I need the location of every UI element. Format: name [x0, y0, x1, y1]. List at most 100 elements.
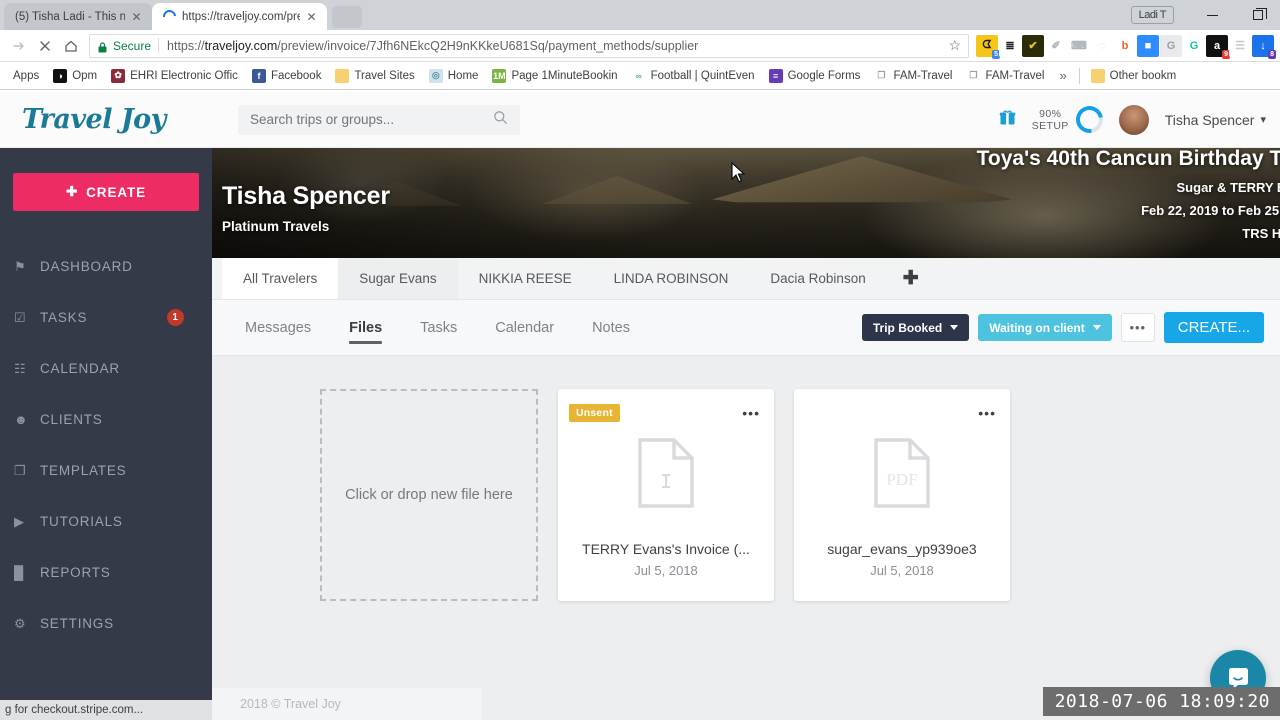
pocket-extension-icon[interactable]: ↓ 8	[1252, 34, 1276, 59]
document-icon: ❐	[874, 68, 889, 83]
file-date: Jul 5, 2018	[634, 563, 698, 578]
create-action-button[interactable]: CREATE...	[1163, 312, 1264, 343]
bookmark-label: Travel Sites	[354, 69, 415, 82]
bookmark-item[interactable]: ◎ Home	[422, 67, 486, 85]
traveljoy-logo[interactable]: Travel Joy	[0, 104, 212, 135]
search-trips-box[interactable]	[238, 104, 520, 135]
browser-toolbar: Secure https://traveljoy.com/preview/inv…	[0, 30, 1280, 62]
tab-messages[interactable]: Messages	[245, 300, 311, 356]
checkmark-extension-icon[interactable]: ✔	[1022, 34, 1044, 57]
sidebar-item-dashboard[interactable]: ⚑ DASHBOARD	[0, 241, 212, 292]
file-card[interactable]: ••• PDF sugar_evans_yp939oe3 Jul 5, 2018	[794, 389, 1010, 601]
traveler-tab[interactable]: Sugar Evans	[338, 258, 458, 299]
bookmark-item[interactable]: ◑ Opm	[46, 67, 104, 85]
dropzone-label: Click or drop new file here	[345, 487, 513, 503]
client-status-dropdown[interactable]: Waiting on client	[978, 314, 1112, 341]
tab-tasks[interactable]: Tasks	[420, 300, 457, 356]
bitly-extension-icon[interactable]: b	[1114, 34, 1136, 57]
sidebar-item-reports[interactable]: █ REPORTS	[0, 547, 212, 598]
bookmark-item[interactable]: 1M Page 1MinuteBookin	[485, 67, 624, 85]
file-name: sugar_evans_yp939oe3	[827, 541, 977, 557]
sidebar-item-label: SETTINGS	[40, 616, 114, 631]
layers-extension-icon[interactable]: ≣	[999, 34, 1021, 57]
onemin-icon: 1M	[492, 68, 507, 83]
bookmark-item[interactable]: ∞ Football | QuintEven	[625, 67, 762, 85]
browser-tab-2[interactable]: https://traveljoy.com/pre ✕	[152, 3, 327, 30]
bookmark-item[interactable]: Travel Sites	[328, 67, 421, 85]
bookmark-label: Google Forms	[787, 69, 861, 82]
tab-calendar[interactable]: Calendar	[495, 300, 554, 356]
sidebar-item-settings[interactable]: ⚙ SETTINGS	[0, 598, 212, 649]
loading-extension-icon[interactable]: ◌	[1091, 34, 1113, 57]
file-name: TERRY Evans's Invoice (...	[582, 541, 750, 557]
sidebar-item-clients[interactable]: ☻ CLIENTS	[0, 394, 212, 445]
traveler-tab[interactable]: LINDA ROBINSON	[593, 258, 750, 299]
home-icon[interactable]	[58, 33, 84, 59]
add-traveler-button[interactable]: ✚	[887, 258, 935, 299]
browser-tab-1[interactable]: (5) Tisha Ladi - This new ✕	[4, 3, 152, 30]
bookmark-label: Page 1MinuteBookin	[511, 69, 618, 82]
mouse-cursor	[731, 161, 746, 188]
sidebar-item-calendar[interactable]: ☷ CALENDAR	[0, 343, 212, 394]
new-tab-button[interactable]	[332, 6, 362, 28]
home-globe-icon: ◎	[428, 68, 443, 83]
files-grid: Click or drop new file here Unsent ••• T…	[212, 356, 1280, 601]
zoom-extension-icon[interactable]: ■	[1137, 34, 1159, 57]
file-menu-button[interactable]: •••	[742, 406, 760, 420]
stop-loading-icon[interactable]	[32, 33, 58, 59]
gift-icon[interactable]	[999, 109, 1016, 131]
search-icon[interactable]	[493, 110, 508, 130]
traveler-tab-label: Sugar Evans	[359, 271, 437, 286]
feather-extension-icon[interactable]: ✐	[1045, 34, 1067, 57]
bookmark-item[interactable]: ✿ EHRI Electronic Offic	[104, 67, 245, 85]
tab-notes[interactable]: Notes	[592, 300, 630, 356]
trip-status-dropdown[interactable]: Trip Booked	[861, 314, 970, 341]
file-dropzone[interactable]: Click or drop new file here	[320, 389, 538, 601]
traveler-tab[interactable]: NIKKIA REESE	[458, 258, 593, 299]
svg-text:PDF: PDF	[886, 470, 917, 489]
traveler-tabs: All Travelers Sugar Evans NIKKIA REESE LIND…	[212, 258, 1280, 300]
clients-icon: ☻	[14, 412, 29, 427]
file-menu-button[interactable]: •••	[978, 406, 996, 420]
bookmark-item[interactable]: ❐ FAM-Travel	[959, 67, 1051, 85]
close-icon[interactable]: ✕	[304, 9, 319, 24]
bookmark-item[interactable]: f Facebook	[245, 67, 329, 85]
minimize-button[interactable]	[1190, 0, 1235, 30]
sidebar-item-tasks[interactable]: ☑ TASKS 1	[0, 292, 212, 343]
maximize-button[interactable]	[1235, 0, 1280, 30]
sidebar-item-templates[interactable]: ❐ TEMPLATES	[0, 445, 212, 496]
sidebar-item-label: DASHBOARD	[40, 259, 133, 274]
pacman-extension-icon[interactable]: ᗧ5	[976, 34, 1000, 59]
hero-agent-name: Tisha Spencer	[222, 182, 390, 210]
bookmark-item[interactable]: Apps	[6, 68, 46, 84]
bookmark-label: EHRI Electronic Offic	[130, 69, 238, 82]
bookmark-item[interactable]: ❐ FAM-Travel	[867, 67, 959, 85]
user-name-label[interactable]: Tisha Spencer	[1165, 112, 1255, 128]
client-status-label: Waiting on client	[989, 320, 1085, 335]
bookmark-item[interactable]: ≡ Google Forms	[762, 67, 868, 85]
search-input[interactable]	[250, 112, 493, 127]
bookmarks-overflow-button[interactable]: »	[1051, 66, 1074, 85]
chevron-down-icon[interactable]: ▾	[1260, 113, 1266, 126]
close-icon[interactable]: ✕	[129, 9, 144, 24]
forward-arrow-icon[interactable]	[6, 33, 32, 59]
amazon-extension-icon[interactable]: a9	[1206, 34, 1230, 59]
other-bookmarks-folder[interactable]: Other bookm	[1084, 67, 1183, 85]
window-user-badge[interactable]: Ladi T	[1130, 6, 1174, 24]
avatar[interactable]	[1118, 104, 1149, 135]
address-bar[interactable]: Secure https://traveljoy.com/preview/inv…	[89, 33, 969, 58]
grammarly-extension-icon[interactable]: G	[1183, 34, 1205, 57]
tab-files[interactable]: Files	[349, 300, 383, 356]
create-button[interactable]: ✚ CREATE	[13, 173, 199, 211]
more-options-button[interactable]: •••	[1120, 313, 1155, 342]
grammarly-g-extension-icon[interactable]: G	[1160, 34, 1182, 57]
traveler-tab-label: NIKKIA REESE	[478, 271, 572, 286]
traveler-tab[interactable]: Dacia Robinson	[749, 258, 886, 299]
sidebar-item-tutorials[interactable]: ▶ TUTORIALS	[0, 496, 212, 547]
note-extension-icon[interactable]: ☰	[1229, 34, 1251, 57]
keyboard-extension-icon[interactable]: ⌨	[1068, 34, 1090, 57]
file-card[interactable]: Unsent ••• TERRY Evans's Invoice (... Ju…	[558, 389, 774, 601]
setup-progress[interactable]: 90% SETUP	[1032, 100, 1109, 139]
traveler-tab[interactable]: All Travelers	[222, 258, 339, 299]
bookmark-star-icon[interactable]: ☆	[940, 37, 961, 54]
